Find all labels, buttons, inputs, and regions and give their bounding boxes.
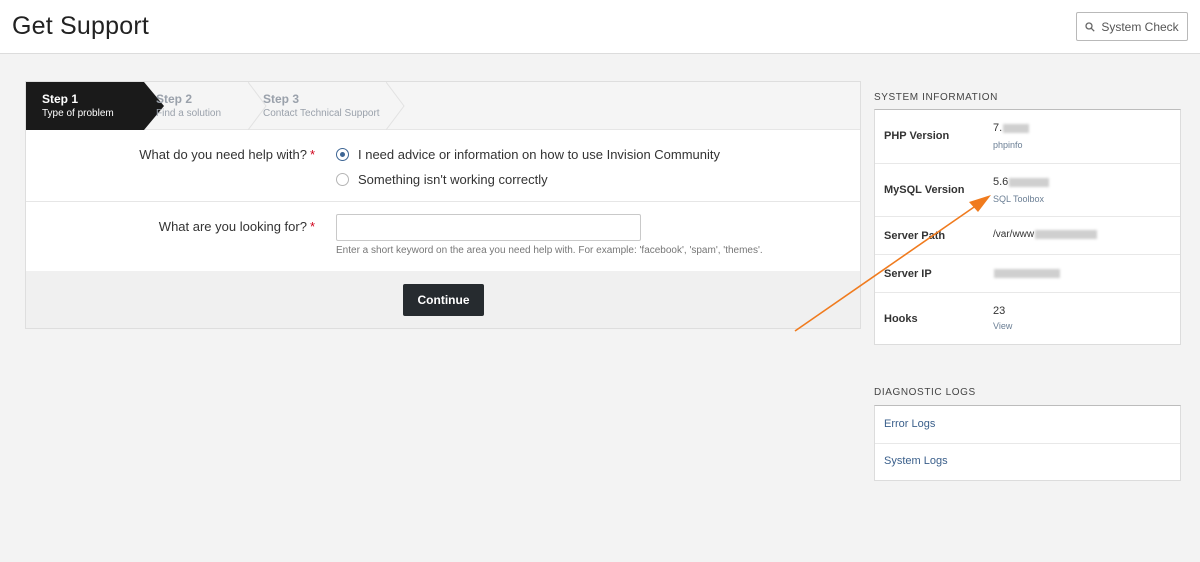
error-logs-link[interactable]: Error Logs — [884, 418, 935, 430]
radio-button[interactable] — [336, 173, 349, 186]
system-information-heading: SYSTEM INFORMATION — [874, 92, 998, 103]
form-footer: Continue — [26, 271, 860, 328]
info-key: MySQL Version — [884, 184, 965, 196]
system-logs-link[interactable]: System Logs — [884, 455, 948, 467]
wizard-step-3[interactable]: Step 3 Contact Technical Support — [263, 82, 380, 130]
info-value: 23 — [993, 305, 1006, 317]
wizard-step-title: Step 3 — [263, 92, 300, 106]
wizard-step-2[interactable]: Step 2 Find a solution — [156, 82, 221, 130]
required-marker: * — [309, 147, 315, 162]
radio-button-checked[interactable] — [336, 148, 349, 161]
radio-option-not-working[interactable]: Something isn't working correctly — [336, 172, 548, 187]
info-row-mysql: MySQL Version 5.6 SQL Toolbox — [875, 164, 1180, 217]
radio-option-label: I need advice or information on how to u… — [358, 147, 721, 162]
wizard-step-title: Step 2 — [156, 92, 193, 106]
wizard-steps-bar: Step 1 Type of problem Step 2 Find a sol… — [26, 82, 860, 130]
phpinfo-link[interactable]: phpinfo — [993, 140, 1023, 150]
system-check-label: System Check — [1101, 19, 1179, 34]
page-header: Get Support System Check — [0, 0, 1200, 54]
info-value: /var/www — [993, 229, 1098, 240]
info-value — [993, 267, 1060, 279]
page-title: Get Support — [12, 12, 150, 40]
system-information-panel: PHP Version 7. phpinfo MySQL Version 5.6… — [874, 109, 1181, 345]
radio-option-label: Something isn't working correctly — [358, 172, 548, 187]
info-value: 5.6 — [993, 176, 1050, 188]
info-row-hooks: Hooks 23 View — [875, 293, 1180, 345]
required-marker: * — [309, 219, 315, 234]
info-key: Server Path — [884, 230, 946, 242]
wizard-step-subtitle: Contact Technical Support — [263, 108, 380, 119]
keyword-row: What are you looking for? * Enter a short… — [26, 202, 860, 271]
search-icon — [1085, 21, 1095, 32]
divider — [875, 443, 1180, 444]
support-wizard-panel: Step 1 Type of problem Step 2 Find a sol… — [25, 81, 861, 329]
info-row-php: PHP Version 7. phpinfo — [875, 110, 1180, 164]
continue-button[interactable]: Continue — [403, 284, 484, 316]
keyword-help-text: Enter a short keyword on the area you ne… — [336, 245, 763, 256]
info-key: Server IP — [884, 268, 932, 280]
diagnostic-logs-heading: DIAGNOSTIC LOGS — [874, 387, 976, 398]
info-key: PHP Version — [884, 130, 950, 142]
keyword-input[interactable] — [336, 214, 641, 241]
hooks-view-link[interactable]: View — [993, 321, 1012, 331]
info-row-server-path: Server Path /var/www — [875, 217, 1180, 255]
wizard-step-subtitle: Type of problem — [42, 108, 114, 119]
keyword-label: What are you looking for? * — [158, 219, 315, 234]
help-type-row: What do you need help with? * I need advi… — [26, 130, 860, 202]
help-type-label: What do you need help with? * — [139, 147, 315, 162]
sql-toolbox-link[interactable]: SQL Toolbox — [993, 194, 1044, 204]
info-value: 7. — [993, 122, 1030, 134]
diagnostic-logs-panel: Error Logs System Logs — [874, 405, 1181, 481]
wizard-step-title: Step 1 — [42, 92, 79, 106]
step-separator-chevron — [386, 82, 405, 130]
info-row-server-ip: Server IP — [875, 255, 1180, 293]
radio-option-advice[interactable]: I need advice or information on how to u… — [336, 147, 720, 162]
system-check-button[interactable]: System Check — [1076, 12, 1188, 41]
wizard-step-subtitle: Find a solution — [156, 108, 222, 119]
info-key: Hooks — [884, 313, 918, 325]
wizard-step-1[interactable]: Step 1 Type of problem — [26, 82, 164, 130]
